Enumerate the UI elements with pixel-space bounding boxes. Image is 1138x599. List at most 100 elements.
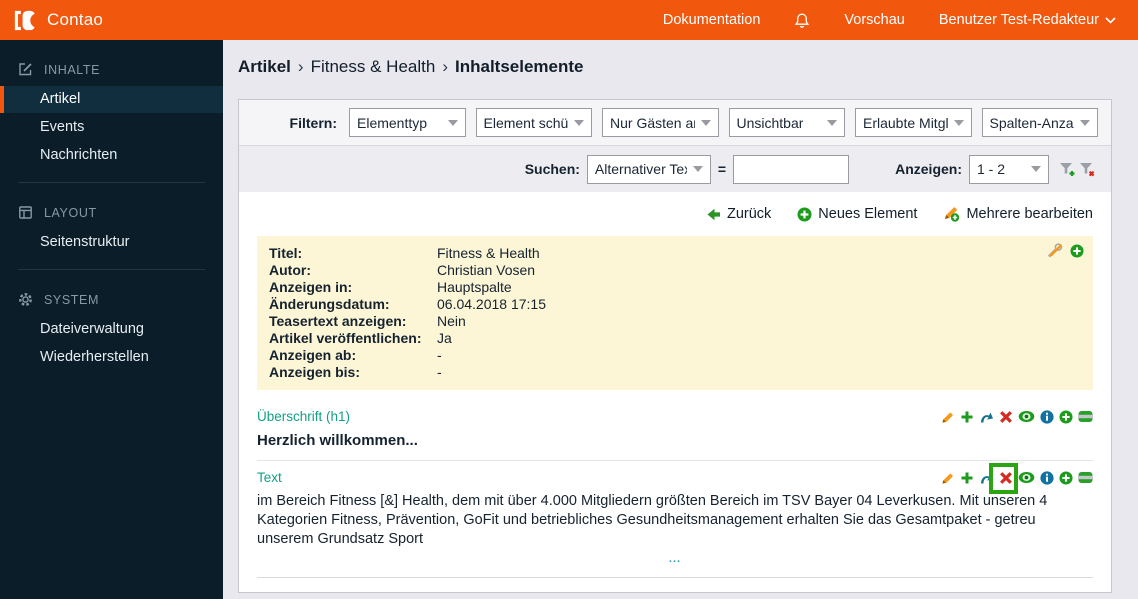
move-icon[interactable]	[979, 471, 994, 485]
dropdown-arrow-icon	[692, 166, 703, 172]
filter-nur-gaesten-dropdown[interactable]: Nur Gästen anze	[602, 108, 719, 137]
copy-icon[interactable]	[960, 471, 974, 485]
drag-handle-icon[interactable]	[1078, 410, 1093, 423]
element-type-label: Überschrift (h1)	[257, 409, 351, 424]
breadcrumb-separator: ›	[297, 57, 304, 76]
sidebar-item-nachrichten[interactable]: Nachrichten	[0, 142, 223, 169]
element-action-icons	[941, 462, 1093, 494]
sidebar-item-artikel[interactable]: Artikel	[0, 86, 223, 113]
info-row: Änderungsdatum: 06.04.2018 17:15	[269, 296, 546, 312]
back-link[interactable]: Zurück	[706, 206, 771, 222]
show-label: Anzeigen:	[895, 161, 962, 177]
breadcrumb-fitness-health[interactable]: Fitness & Health	[311, 57, 436, 76]
info-row: Autor: Christian Vosen	[269, 262, 536, 278]
content-list: Zurück Neues Element Mehrere bearbeiten …	[239, 192, 1111, 592]
info-row: Teasertext anzeigen: Nein	[269, 313, 466, 329]
show-range-dropdown[interactable]: 1 - 2	[969, 154, 1049, 184]
sidebar-section-label: LAYOUT	[44, 205, 97, 220]
notification-bell-icon[interactable]	[794, 12, 810, 29]
app-title: Contao	[47, 10, 104, 29]
copy-icon[interactable]	[960, 410, 974, 424]
element-content: Herzlich willkommen...	[257, 432, 418, 449]
dropdown-arrow-icon	[700, 119, 711, 126]
documentation-link[interactable]: Dokumentation	[663, 12, 761, 28]
sidebar-section-header: SYSTEM	[0, 284, 223, 315]
move-icon[interactable]	[979, 410, 994, 424]
compose-icon	[18, 62, 33, 77]
article-settings-wrench-icon[interactable]	[1046, 243, 1063, 258]
sidebar-item-events[interactable]: Events	[0, 114, 223, 141]
element-type-label: Text	[257, 470, 282, 485]
filter-bar: Filtern: Elementtyp Element schütze Nur …	[239, 100, 1111, 145]
filter-label: Filtern:	[289, 114, 337, 131]
brand: Contao	[0, 8, 103, 33]
edit-multiple-icon	[943, 206, 960, 222]
delete-icon[interactable]	[999, 471, 1013, 485]
new-after-icon[interactable]	[1059, 470, 1073, 485]
sidebar-section-header: LAYOUT	[0, 197, 223, 228]
top-bar: Contao Dokumentation Vorschau Benutzer T…	[0, 0, 1138, 40]
info-row: Titel: Fitness & Health	[269, 245, 540, 261]
sidebar-item-wiederherstellen[interactable]: Wiederherstellen	[0, 344, 223, 371]
user-menu[interactable]: Benutzer Test-Redakteur	[939, 12, 1116, 28]
new-after-icon[interactable]	[1059, 409, 1073, 424]
search-bar: Suchen: Alternativer Text = Anzeigen: 1 …	[239, 145, 1111, 192]
sidebar-section-system: SYSTEM Dateiverwaltung Wiederherstellen	[0, 270, 223, 371]
back-arrow-icon	[706, 208, 721, 221]
article-settings-icons	[1046, 243, 1084, 258]
dropdown-arrow-icon	[827, 119, 837, 126]
content-element-headline: Überschrift (h1) Herzlich willkommen...	[257, 400, 1093, 460]
sidebar-section-label: SYSTEM	[44, 292, 99, 307]
search-field-dropdown[interactable]: Alternativer Text	[586, 154, 711, 184]
edit-icon[interactable]	[941, 471, 955, 485]
article-info-box: Titel: Fitness & Health Autor: Christian V…	[257, 236, 1093, 390]
plus-circle-icon	[797, 207, 812, 222]
edit-icon[interactable]	[941, 410, 955, 424]
chevron-down-icon	[1105, 16, 1116, 24]
gear-icon	[18, 292, 33, 307]
search-value-input[interactable]	[733, 154, 850, 184]
filter-unsichtbar-dropdown[interactable]: Unsichtbar	[728, 108, 845, 137]
dropdown-arrow-icon	[1080, 119, 1090, 126]
breadcrumb-separator: ›	[442, 57, 448, 76]
sidebar-section-layout: LAYOUT Seitenstruktur	[0, 183, 223, 256]
edit-multiple-link[interactable]: Mehrere bearbeiten	[943, 206, 1093, 222]
contao-logo-icon	[12, 8, 45, 33]
filter-spalten-anzahl-dropdown[interactable]: Spalten-Anzahl	[981, 108, 1098, 137]
info-row: Anzeigen bis: -	[269, 364, 442, 380]
show-more-link[interactable]: ...	[257, 553, 1093, 565]
info-row: Artikel veröffentlichen: Ja	[269, 330, 452, 346]
breadcrumb-artikel[interactable]: Artikel	[238, 57, 291, 76]
info-icon[interactable]	[1040, 409, 1054, 424]
dropdown-arrow-icon	[953, 119, 964, 126]
filter-erlaubte-mitglieder-dropdown[interactable]: Erlaubte Mitglie	[855, 108, 972, 137]
apply-filter-funnel-icon[interactable]	[1059, 162, 1075, 177]
filter-element-schuetzen-dropdown[interactable]: Element schütze	[475, 108, 592, 137]
search-operator: =	[717, 161, 727, 177]
info-icon[interactable]	[1040, 470, 1054, 485]
element-action-icons	[941, 409, 1093, 424]
sidebar-item-seitenstruktur[interactable]: Seitenstruktur	[0, 229, 223, 256]
sidebar-section-inhalte: INHALTE Artikel Events Nachrichten	[0, 40, 223, 169]
visibility-icon[interactable]	[1018, 410, 1035, 423]
preview-link[interactable]: Vorschau	[844, 12, 904, 28]
top-nav: Dokumentation Vorschau Benutzer Test-Red…	[663, 12, 1138, 29]
reset-filter-funnel-icon[interactable]	[1079, 162, 1095, 177]
visibility-icon[interactable]	[1018, 471, 1035, 484]
user-menu-label: Benutzer Test-Redakteur	[938, 12, 1099, 28]
new-element-link[interactable]: Neues Element	[797, 206, 917, 222]
new-element-top-icon[interactable]	[1070, 243, 1084, 258]
breadcrumb: Artikel › Fitness & Health › Inhaltselemente	[238, 57, 584, 77]
dropdown-arrow-icon	[574, 119, 584, 126]
content-element-text: Text im Bereich Fitness [&] Health, dem …	[257, 460, 1093, 575]
dropdown-arrow-icon	[1031, 166, 1041, 172]
breadcrumb-inhaltselemente: Inhaltselemente	[455, 57, 584, 76]
drag-handle-icon[interactable]	[1078, 471, 1093, 484]
delete-icon[interactable]	[999, 410, 1013, 424]
dropdown-arrow-icon	[447, 119, 458, 126]
main-area: Artikel › Fitness & Health › Inhaltselemente…	[223, 40, 1138, 599]
filter-buttons	[1059, 162, 1095, 177]
sidebar-item-dateiverwaltung[interactable]: Dateiverwaltung	[0, 316, 223, 343]
info-row: Anzeigen in: Hauptspalte	[269, 279, 512, 295]
filter-elementtyp-dropdown[interactable]: Elementtyp	[349, 108, 466, 137]
